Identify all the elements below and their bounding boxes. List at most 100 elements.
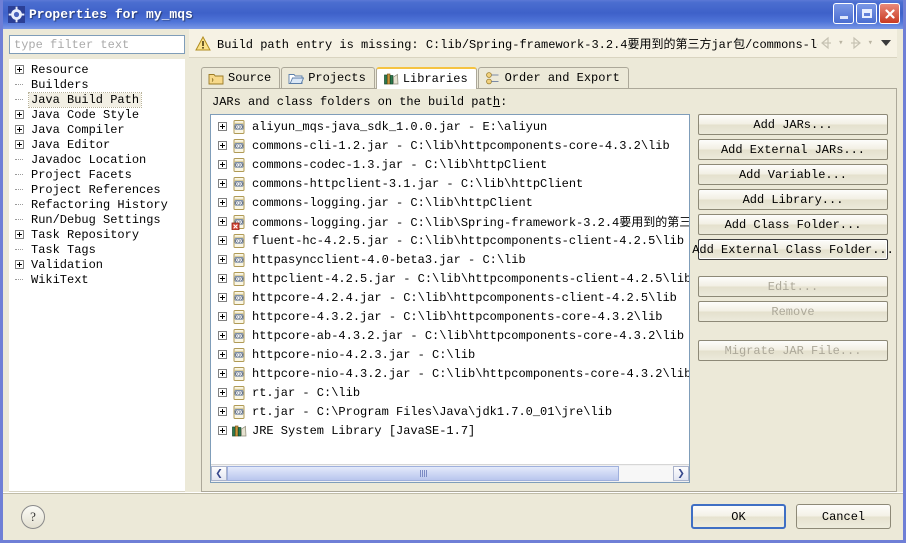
expand-plus-icon[interactable] xyxy=(218,350,227,359)
sidebar-item-label: Task Tags xyxy=(31,242,96,257)
sidebar-item-java-build-path[interactable]: Java Build Path xyxy=(9,91,185,108)
add-jars-button[interactable]: Add JARs... xyxy=(698,114,888,135)
cancel-button[interactable]: Cancel xyxy=(796,504,891,529)
expand-plus-icon[interactable] xyxy=(218,274,227,283)
library-entry-row[interactable]: 010 commons-codec-1.3.jar - C:\lib\httpCl… xyxy=(211,155,689,174)
svg-text:010: 010 xyxy=(235,352,243,357)
scrollbar-thumb[interactable] xyxy=(227,466,620,481)
expand-plus-icon[interactable] xyxy=(218,426,227,435)
expand-plus-icon[interactable] xyxy=(15,65,24,74)
sidebar-item-java-editor[interactable]: Java Editor xyxy=(9,137,185,152)
tab-libraries[interactable]: Libraries xyxy=(375,67,477,89)
library-entry-label: httpcore-4.3.2.jar - C:\lib\httpcomponen… xyxy=(252,309,663,324)
library-entry-row[interactable]: 010 commons-httpclient-3.1.jar - C:\lib\h… xyxy=(211,174,689,193)
settings-tree[interactable]: Resource Builders Java Build Path Java Code… xyxy=(9,59,185,492)
sidebar-item-label: Java Compiler xyxy=(31,122,125,137)
projects-folder-icon xyxy=(288,71,305,86)
library-entry-row[interactable]: 010 httpclient-4.2.5.jar - C:\lib\httpcom… xyxy=(211,269,689,288)
sidebar-item-project-facets[interactable]: Project Facets xyxy=(9,167,185,182)
expand-plus-icon[interactable] xyxy=(15,140,24,149)
scroll-left-button[interactable]: ❮ xyxy=(211,466,227,481)
sidebar-item-run-debug-settings[interactable]: Run/Debug Settings xyxy=(9,212,185,227)
expand-plus-icon[interactable] xyxy=(15,260,24,269)
expand-plus-icon[interactable] xyxy=(218,236,227,245)
expand-plus-icon[interactable] xyxy=(218,293,227,302)
ok-button[interactable]: OK xyxy=(691,504,786,529)
sidebar-item-validation[interactable]: Validation xyxy=(9,257,185,272)
add-variable-button[interactable]: Add Variable... xyxy=(698,164,888,185)
sidebar-item-resource[interactable]: Resource xyxy=(9,62,185,77)
library-entry-row[interactable]: 010 commons-logging.jar - C:\lib\httpClie… xyxy=(211,193,689,212)
expand-plus-icon[interactable] xyxy=(15,125,24,134)
library-entry-row[interactable]: 010 httpcore-4.2.4.jar - C:\lib\httpcompo… xyxy=(211,288,689,307)
chevron-down-icon[interactable] xyxy=(881,40,891,46)
expand-plus-icon[interactable] xyxy=(218,331,227,340)
expand-plus-icon[interactable] xyxy=(218,179,227,188)
libraries-books-icon xyxy=(383,71,399,86)
sidebar-item-java-compiler[interactable]: Java Compiler xyxy=(9,122,185,137)
add-class-folder-button[interactable]: Add Class Folder... xyxy=(698,214,888,235)
sidebar-item-java-code-style[interactable]: Java Code Style xyxy=(9,107,185,122)
minimize-button[interactable] xyxy=(833,3,854,24)
svg-text:010: 010 xyxy=(235,257,243,262)
sidebar-item-project-references[interactable]: Project References xyxy=(9,182,185,197)
library-entry-row[interactable]: 010 httpcore-nio-4.3.2.jar - C:\lib\httpc… xyxy=(211,364,689,383)
add-library-button[interactable]: Add Library... xyxy=(698,189,888,210)
library-entry-row[interactable]: 010 fluent-hc-4.2.5.jar - C:\lib\httpcomp… xyxy=(211,231,689,250)
sidebar-item-task-repository[interactable]: Task Repository xyxy=(9,227,185,242)
sidebar-item-task-tags[interactable]: Task Tags xyxy=(9,242,185,257)
svg-text:010: 010 xyxy=(235,238,243,243)
tab-projects[interactable]: Projects xyxy=(281,67,375,88)
library-entry-row[interactable]: 010 httpasyncclient-4.0-beta3.jar - C:\li… xyxy=(211,250,689,269)
svg-text:010: 010 xyxy=(235,371,243,376)
title-bar: Properties for my_mqs xyxy=(3,0,903,29)
expand-plus-icon[interactable] xyxy=(218,312,227,321)
library-entry-row[interactable]: 010 httpcore-nio-4.2.3.jar - C:\lib xyxy=(211,345,689,364)
tree-leaf-icon xyxy=(15,185,24,194)
library-entry-row[interactable]: 010 commons-logging.jar - C:\lib\Spring-f… xyxy=(211,212,689,231)
expand-plus-icon[interactable] xyxy=(218,407,227,416)
add-external-class-folder-button[interactable]: Add External Class Folder... xyxy=(692,239,894,260)
sidebar-item-refactoring-history[interactable]: Refactoring History xyxy=(9,197,185,212)
libraries-list[interactable]: 010 aliyun_mqs-java_sdk_1.0.0.jar - E:\al… xyxy=(210,114,690,483)
jar-icon: 010 xyxy=(231,176,247,192)
expand-plus-icon[interactable] xyxy=(218,217,227,226)
add-external-jars-button[interactable]: Add External JARs... xyxy=(698,139,888,160)
jre-system-library-row[interactable]: JRE System Library [JavaSE-1.7] xyxy=(211,421,689,440)
library-entry-row[interactable]: 010 httpcore-ab-4.3.2.jar - C:\lib\httpco… xyxy=(211,326,689,345)
panel-caption-pre: JARs and class folders on the build pat xyxy=(212,95,493,109)
jar-icon: 010 xyxy=(231,328,247,344)
expand-plus-icon[interactable] xyxy=(218,141,227,150)
tab-source[interactable]: Source xyxy=(201,67,281,88)
expand-plus-icon[interactable] xyxy=(15,110,24,119)
filter-input[interactable]: type filter text xyxy=(9,35,185,54)
message-text: Build path entry is missing: C:lib/Sprin… xyxy=(217,37,818,52)
jar-icon: 010 xyxy=(231,366,247,382)
expand-plus-icon[interactable] xyxy=(218,388,227,397)
expand-plus-icon[interactable] xyxy=(218,122,227,131)
library-entry-row[interactable]: 010 commons-cli-1.2.jar - C:\lib\httpcomp… xyxy=(211,136,689,155)
jar-icon: 010 xyxy=(231,119,247,135)
close-button[interactable] xyxy=(879,3,900,24)
library-entry-row[interactable]: 010 httpcore-4.3.2.jar - C:\lib\httpcompo… xyxy=(211,307,689,326)
horizontal-scrollbar[interactable]: ❮ ❯ xyxy=(211,464,689,482)
library-entry-row[interactable]: 010 aliyun_mqs-java_sdk_1.0.0.jar - E:\al… xyxy=(211,117,689,136)
expand-plus-icon[interactable] xyxy=(218,369,227,378)
scrollbar-track[interactable] xyxy=(227,466,673,481)
expand-plus-icon[interactable] xyxy=(218,198,227,207)
expand-plus-icon[interactable] xyxy=(218,160,227,169)
forward-arrow-icon[interactable] xyxy=(848,35,864,51)
maximize-button[interactable] xyxy=(856,3,877,24)
sidebar-item-builders[interactable]: Builders xyxy=(9,77,185,92)
library-entry-row[interactable]: 010 rt.jar - C:\lib xyxy=(211,383,689,402)
back-arrow-icon[interactable] xyxy=(818,35,834,51)
expand-plus-icon[interactable] xyxy=(15,230,24,239)
help-icon[interactable]: ? xyxy=(21,504,45,529)
library-entry-row[interactable]: 010 rt.jar - C:\Program Files\Java\jdk1.7… xyxy=(211,402,689,421)
order-export-icon xyxy=(485,71,501,86)
sidebar-item-javadoc-location[interactable]: Javadoc Location xyxy=(9,152,185,167)
expand-plus-icon[interactable] xyxy=(218,255,227,264)
tab-order-and-export[interactable]: Order and Export xyxy=(477,67,629,88)
sidebar-item-wikitext[interactable]: WikiText xyxy=(9,272,185,287)
scroll-right-button[interactable]: ❯ xyxy=(673,466,689,481)
